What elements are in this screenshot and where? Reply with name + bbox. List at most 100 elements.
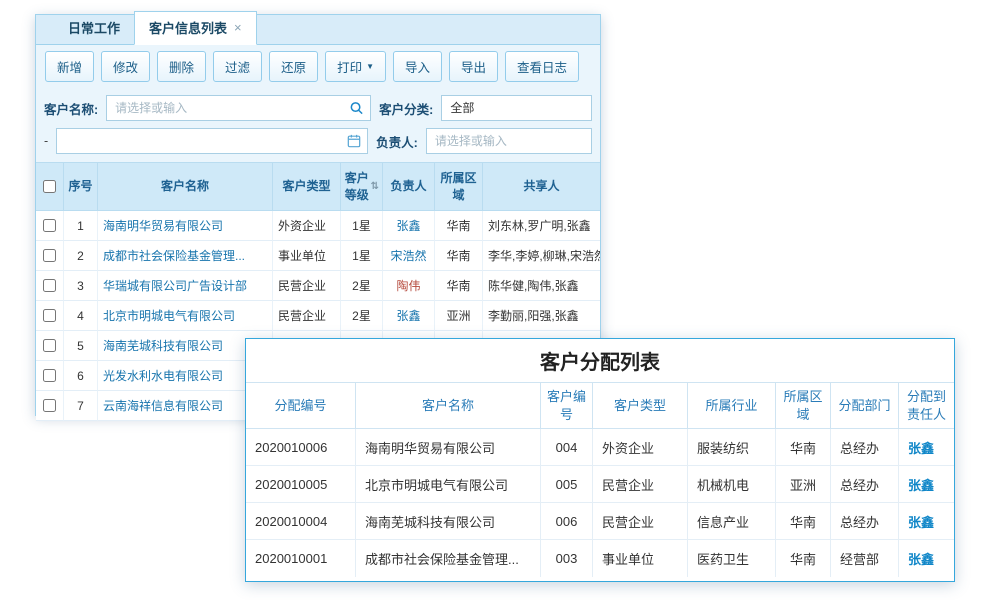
select-all-checkbox[interactable] <box>43 180 56 193</box>
cell-region: 华南 <box>435 241 483 271</box>
cell-owner[interactable]: 张鑫 <box>383 301 435 331</box>
cell-customer-name[interactable]: 成都市社会保险基金管理... <box>98 241 273 271</box>
import-button[interactable]: 导入 <box>393 51 442 82</box>
cell-dept: 经营部 <box>831 540 899 577</box>
print-label: 打印 <box>337 57 362 76</box>
header-customer-type: 客户类型 <box>273 163 341 211</box>
cell-customer-no: 006 <box>541 503 593 540</box>
cell-no: 1 <box>64 211 98 241</box>
date-range-dash: - <box>44 134 48 148</box>
delete-button[interactable]: 删除 <box>157 51 206 82</box>
restore-button[interactable]: 还原 <box>269 51 318 82</box>
cell-type: 民营企业 <box>593 466 688 503</box>
tab-bar: 日常工作 客户信息列表 × <box>36 15 600 45</box>
table-row[interactable]: 2020010006 海南明华贸易有限公司 004 外资企业 服装纺织 华南 总… <box>246 429 954 466</box>
owner-label: 负责人: <box>376 132 418 151</box>
cell-customer-name[interactable]: 海南明华贸易有限公司 <box>356 429 541 466</box>
header-customer-name: 客户名称 <box>98 163 273 211</box>
table-row[interactable]: 2020010005 北京市明城电气有限公司 005 民营企业 机械机电 亚洲 … <box>246 466 954 503</box>
cell-assignee[interactable]: 张鑫 <box>899 540 954 577</box>
customer-name-field <box>106 95 371 121</box>
cell-no: 3 <box>64 271 98 301</box>
toolbar: 新增 修改 删除 过滤 还原 打印 ▼ 导入 导出 查看日志 <box>36 45 600 87</box>
cell-customer-no: 004 <box>541 429 593 466</box>
cell-customer-no: 003 <box>541 540 593 577</box>
header-region: 所属区域 <box>435 163 483 211</box>
chevron-down-icon: ▼ <box>366 62 374 71</box>
cell-no: 2 <box>64 241 98 271</box>
print-button[interactable]: 打印 ▼ <box>325 51 386 82</box>
cell-shared: 陈华健,陶伟,张鑫 <box>483 271 600 301</box>
cell-type: 外资企业 <box>273 211 341 241</box>
cell-alloc-no[interactable]: 2020010004 <box>246 503 356 540</box>
cell-type: 事业单位 <box>593 540 688 577</box>
header-dept: 分配部门 <box>831 383 899 429</box>
table-row[interactable]: 2 成都市社会保险基金管理... 事业单位 1星 宋浩然 华南 李华,李婷,柳琳… <box>36 241 600 271</box>
view-log-button[interactable]: 查看日志 <box>505 51 579 82</box>
owner-input[interactable] <box>427 129 591 153</box>
customer-name-input[interactable] <box>107 96 370 120</box>
cell-shared: 李华,李婷,柳琳,宋浩然,张鑫 <box>483 241 600 271</box>
cell-level: 1星 <box>341 241 383 271</box>
customer-category-select[interactable]: 全部 <box>441 95 592 121</box>
table-row[interactable]: 4 北京市明城电气有限公司 民营企业 2星 张鑫 亚洲 李勤丽,阳强,张鑫 <box>36 301 600 331</box>
date-input[interactable] <box>57 129 367 153</box>
cell-alloc-no[interactable]: 2020010001 <box>246 540 356 577</box>
cell-dept: 总经办 <box>831 429 899 466</box>
row-checkbox[interactable] <box>43 219 56 232</box>
cell-type: 事业单位 <box>273 241 341 271</box>
header-region: 所属区域 <box>776 383 831 429</box>
edit-button[interactable]: 修改 <box>101 51 150 82</box>
allocation-table-header: 分配编号 客户名称 客户编号 客户类型 所属行业 所属区域 分配部门 分配到责任… <box>246 383 954 429</box>
cell-dept: 总经办 <box>831 466 899 503</box>
cell-assignee[interactable]: 张鑫 <box>899 429 954 466</box>
cell-customer-name[interactable]: 海南芜城科技有限公司 <box>356 503 541 540</box>
tab-customer-info-list[interactable]: 客户信息列表 × <box>134 11 257 45</box>
search-icon[interactable] <box>349 101 364 116</box>
calendar-icon[interactable] <box>347 134 361 148</box>
close-icon[interactable]: × <box>234 21 242 34</box>
filter-button[interactable]: 过滤 <box>213 51 262 82</box>
cell-owner[interactable]: 陶伟 <box>383 271 435 301</box>
row-checkbox[interactable] <box>43 279 56 292</box>
cell-region: 华南 <box>776 429 831 466</box>
header-alloc-no: 分配编号 <box>246 383 356 429</box>
cell-customer-name[interactable]: 北京市明城电气有限公司 <box>98 301 273 331</box>
cell-type: 民营企业 <box>273 271 341 301</box>
sort-icon[interactable]: ⇅ <box>371 180 379 194</box>
cell-owner[interactable]: 张鑫 <box>383 211 435 241</box>
cell-owner[interactable]: 宋浩然 <box>383 241 435 271</box>
header-shared: 共享人 <box>483 163 600 211</box>
cell-industry: 服装纺织 <box>688 429 776 466</box>
cell-level: 2星 <box>341 301 383 331</box>
row-checkbox[interactable] <box>43 249 56 262</box>
table-row[interactable]: 2020010001 成都市社会保险基金管理... 003 事业单位 医药卫生 … <box>246 540 954 577</box>
cell-no: 6 <box>64 361 98 391</box>
table-row[interactable]: 1 海南明华贸易有限公司 外资企业 1星 张鑫 华南 刘东林,罗广明,张鑫 <box>36 211 600 241</box>
cell-assignee[interactable]: 张鑫 <box>899 466 954 503</box>
customer-allocation-panel: 客户分配列表 分配编号 客户名称 客户编号 客户类型 所属行业 所属区域 分配部… <box>245 338 955 582</box>
cell-alloc-no[interactable]: 2020010005 <box>246 466 356 503</box>
cell-customer-no: 005 <box>541 466 593 503</box>
cell-industry: 信息产业 <box>688 503 776 540</box>
cell-customer-name[interactable]: 成都市社会保险基金管理... <box>356 540 541 577</box>
cell-customer-name[interactable]: 华瑞城有限公司广告设计部 <box>98 271 273 301</box>
row-checkbox[interactable] <box>43 339 56 352</box>
export-button[interactable]: 导出 <box>449 51 498 82</box>
add-button[interactable]: 新增 <box>45 51 94 82</box>
customer-category-label: 客户分类: <box>379 99 433 118</box>
header-no: 序号 <box>64 163 98 211</box>
cell-alloc-no[interactable]: 2020010006 <box>246 429 356 466</box>
row-checkbox[interactable] <box>43 309 56 322</box>
tab-daily-work[interactable]: 日常工作 <box>54 12 134 44</box>
header-owner: 负责人 <box>383 163 435 211</box>
cell-no: 7 <box>64 391 98 421</box>
table-row[interactable]: 2020010004 海南芜城科技有限公司 006 民营企业 信息产业 华南 总… <box>246 503 954 540</box>
table-row[interactable]: 3 华瑞城有限公司广告设计部 民营企业 2星 陶伟 华南 陈华健,陶伟,张鑫 <box>36 271 600 301</box>
cell-customer-name[interactable]: 海南明华贸易有限公司 <box>98 211 273 241</box>
row-checkbox[interactable] <box>43 369 56 382</box>
cell-customer-name[interactable]: 北京市明城电气有限公司 <box>356 466 541 503</box>
cell-assignee[interactable]: 张鑫 <box>899 503 954 540</box>
row-checkbox[interactable] <box>43 399 56 412</box>
header-industry: 所属行业 <box>688 383 776 429</box>
